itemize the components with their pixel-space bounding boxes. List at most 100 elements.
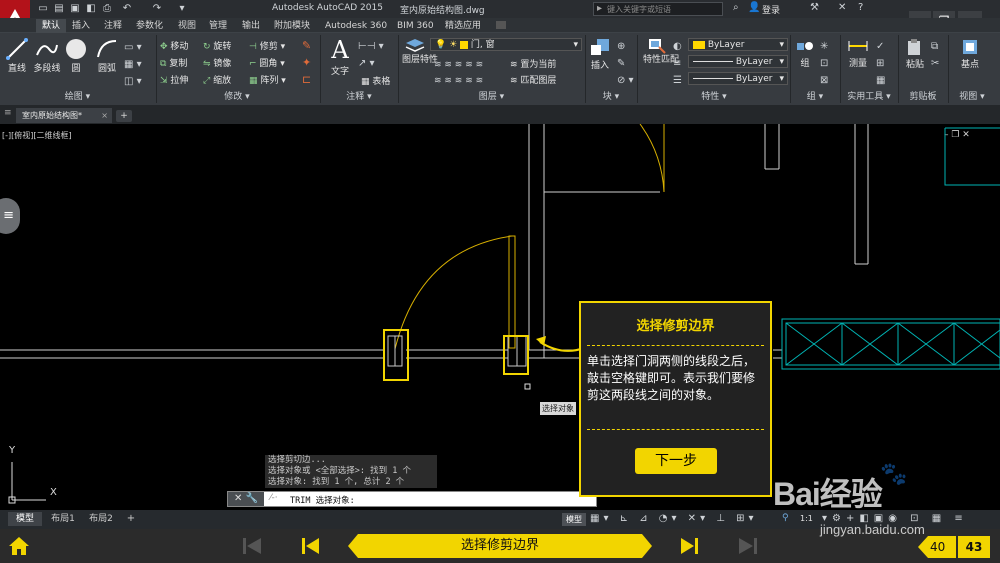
search-box[interactable]: ▸ 键入关键字或短语: [593, 2, 723, 16]
paste-tool[interactable]: 粘贴: [902, 37, 928, 73]
new-icon[interactable]: ▭: [36, 2, 50, 15]
save-icon[interactable]: ▣: [68, 2, 82, 15]
match-layer-tool[interactable]: ≋ 匹配图层: [510, 73, 556, 86]
annotation-panel-title[interactable]: 注释 ▾: [321, 90, 397, 104]
copy-tool[interactable]: ⧉ 复制: [160, 56, 187, 69]
tab-featured[interactable]: 精选应用: [439, 19, 487, 33]
new-tab-button[interactable]: +: [116, 110, 132, 122]
ribbon-toggle-icon[interactable]: [496, 21, 506, 29]
layer-tool-icons[interactable]: ≋ ≋ ≋ ≋ ≋: [434, 73, 483, 89]
layer-state-icons[interactable]: ≋ ≋ ≋ ≋ ≋: [434, 57, 483, 73]
table-tool[interactable]: ▦ 表格: [361, 74, 390, 87]
array-tool[interactable]: ▦ 阵列 ▾: [249, 73, 286, 86]
id-point-icon[interactable]: ⊞: [876, 55, 885, 72]
open-icon[interactable]: ▤: [52, 2, 66, 15]
trim-tool[interactable]: ⊣ 修剪 ▾: [249, 39, 285, 52]
help-icon[interactable]: ?: [858, 2, 863, 13]
exchange-icon[interactable]: ⚒: [810, 2, 819, 13]
tab-model[interactable]: 模型: [8, 512, 42, 526]
text-tool[interactable]: A 文字: [326, 36, 354, 77]
scale-tool[interactable]: ⤢ 缩放: [203, 73, 231, 86]
home-icon[interactable]: [8, 536, 30, 556]
calculator-icon[interactable]: ▦: [876, 72, 885, 89]
search-input[interactable]: 键入关键字或短语: [607, 4, 671, 15]
rotate-tool[interactable]: ↻ 旋转: [203, 39, 231, 52]
groups-panel-title[interactable]: 组 ▾: [791, 90, 839, 104]
explode-icon[interactable]: ✦: [302, 54, 311, 71]
tab-addins[interactable]: 附加模块: [268, 19, 316, 33]
next-step-button[interactable]: 下一步: [635, 448, 717, 474]
layers-panel-title[interactable]: 图层 ▾: [399, 90, 584, 104]
drawing-canvas[interactable]: [-][俯视][二维线框] – ❐ ✕ Y X ≡ 选择对象 选择剪切边... …: [0, 124, 1000, 510]
ungroup-icon[interactable]: ✳: [820, 38, 828, 55]
properties-panel-title[interactable]: 特性 ▾: [638, 90, 790, 104]
match-properties-tool[interactable]: 特性匹配: [643, 37, 679, 66]
next-step-icon[interactable]: [679, 536, 701, 556]
draw-panel-title[interactable]: 绘图 ▾: [0, 90, 155, 104]
group-edit-icon[interactable]: ⊡: [820, 55, 828, 72]
block-attrib-icon[interactable]: ⊘ ▾: [617, 72, 634, 89]
undo-icon[interactable]: ↶: [120, 2, 134, 15]
lineweight-icon[interactable]: ☰: [673, 72, 682, 89]
command-line[interactable]: ✕ 🔧 ⁄-· TRIM 选择对象:: [227, 491, 597, 507]
mirror-tool[interactable]: ⇋ 镜像: [203, 56, 231, 69]
erase-icon[interactable]: ✎: [302, 37, 311, 54]
tab-bim360[interactable]: BIM 360: [391, 19, 440, 33]
group-select-icon[interactable]: ⊠: [820, 72, 828, 89]
tab-view[interactable]: 视图: [172, 19, 202, 33]
binoculars-icon[interactable]: ⌕: [733, 2, 739, 13]
base-point-tool[interactable]: 基点: [955, 37, 985, 73]
qat-dropdown-icon[interactable]: ▾: [175, 2, 189, 15]
login-link[interactable]: 登录: [762, 3, 780, 16]
first-step-icon[interactable]: [241, 536, 263, 556]
group-tool[interactable]: 组: [794, 37, 816, 73]
offset-icon[interactable]: ⊏: [302, 71, 311, 88]
edit-block-icon[interactable]: ✎: [617, 55, 634, 72]
tab-a360[interactable]: Autodesk 360: [319, 19, 393, 33]
circle-tool[interactable]: 圆: [64, 37, 88, 74]
command-line-controls[interactable]: ✕ 🔧: [228, 492, 264, 506]
close-tab-icon[interactable]: ×: [101, 108, 112, 123]
block-panel-title[interactable]: 块 ▾: [586, 90, 636, 104]
command-input[interactable]: TRIM 选择对象:: [290, 494, 355, 506]
last-step-icon[interactable]: [737, 536, 759, 556]
measure-tool[interactable]: 测量: [845, 37, 871, 73]
tab-manage[interactable]: 管理: [203, 19, 233, 33]
save-as-icon[interactable]: ◧: [84, 2, 98, 15]
annotation-scale[interactable]: 1:1: [800, 514, 813, 523]
arc-tool[interactable]: 圆弧: [94, 37, 120, 74]
rectangle-icon[interactable]: ▭ ▾: [124, 39, 142, 56]
insert-block-tool[interactable]: 插入: [588, 37, 612, 75]
line-tool[interactable]: 直线: [4, 37, 30, 74]
new-layout-button[interactable]: +: [124, 512, 138, 526]
fillet-tool[interactable]: ⌐ 圆角 ▾: [249, 56, 285, 69]
set-current-tool[interactable]: ≋ 置为当前: [510, 57, 556, 70]
model-space-button[interactable]: 模型: [562, 513, 586, 526]
print-icon[interactable]: ⎙: [100, 2, 114, 15]
hatch-icon[interactable]: ▦ ▾: [124, 56, 142, 73]
redo-icon[interactable]: ↷: [150, 2, 164, 15]
utilities-panel-title[interactable]: 实用工具 ▾: [841, 90, 897, 104]
clipboard-panel-title[interactable]: 剪贴板: [899, 90, 947, 104]
color-wheel-icon[interactable]: ◐: [673, 38, 682, 55]
layer-properties-tool[interactable]: 图层特性: [402, 37, 438, 66]
tab-annotate[interactable]: 注释: [98, 19, 128, 33]
create-block-icon[interactable]: ⊕: [617, 38, 634, 55]
leader-icon[interactable]: ↗ ▾: [358, 55, 384, 72]
doc-tab-active[interactable]: 室内原始结构图* ×: [16, 108, 112, 123]
cut-icon[interactable]: ✂: [931, 55, 939, 72]
linetype-dropdown[interactable]: ByLayer ▾: [688, 55, 788, 68]
dimension-icon[interactable]: ⊢⊣ ▾: [358, 38, 384, 55]
gradient-icon[interactable]: ◫ ▾: [124, 73, 142, 90]
linetype-icon[interactable]: ≡: [673, 55, 682, 72]
tab-insert[interactable]: 插入: [66, 19, 96, 33]
view-panel-title[interactable]: 视图 ▾: [949, 90, 995, 104]
file-menu-icon[interactable]: ≡: [4, 108, 14, 120]
tab-parametric[interactable]: 参数化: [130, 19, 169, 33]
lineweight-dropdown[interactable]: ByLayer ▾: [688, 72, 788, 85]
navigation-bar-toggle[interactable]: ≡: [0, 198, 20, 234]
move-tool[interactable]: ✥ 移动: [160, 39, 188, 52]
color-dropdown[interactable]: ByLayer ▾: [688, 38, 788, 51]
copy-clip-icon[interactable]: ⧉: [931, 38, 939, 55]
status-toggle-icons[interactable]: ▦▾ ⊾ ⊿ ◔▾ ✕▾ ⊥ ⊞▾: [590, 513, 758, 524]
